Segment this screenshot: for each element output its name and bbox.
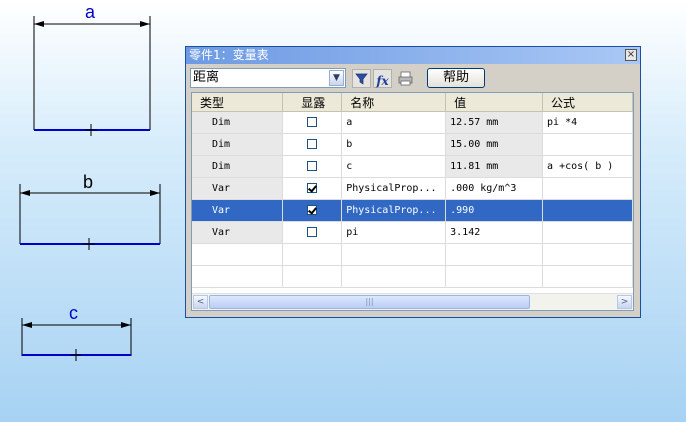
dimension-a-label: a [85, 2, 96, 22]
cell-type: Dim [192, 133, 284, 156]
cell-value[interactable]: 15.00 mm [445, 133, 544, 156]
cell-value[interactable]: .000 kg/m^3 [445, 177, 544, 200]
cell-value[interactable]: 12.57 mm [445, 111, 544, 134]
empty-row [192, 243, 633, 266]
dimension-c[interactable]: c [18, 302, 138, 367]
cell-exposed[interactable] [282, 177, 343, 200]
dialog-title: 零件1：变量表 [189, 48, 269, 62]
empty-cell [341, 265, 447, 288]
table-row[interactable]: Var PhysicalProp... .990 [192, 199, 633, 222]
function-fx-icon: fx [376, 74, 389, 88]
empty-cell [282, 243, 343, 266]
table-row[interactable]: Var PhysicalProp... .000 kg/m^3 [192, 177, 633, 200]
cell-value[interactable]: .990 [445, 199, 544, 222]
cell-exposed[interactable] [282, 221, 343, 244]
cell-value[interactable]: 11.81 mm [445, 155, 544, 178]
exposed-checkbox[interactable] [307, 183, 318, 193]
table-row[interactable]: Dim c 11.81 mm a +cos( b ) [192, 155, 633, 178]
cell-formula[interactable] [542, 177, 633, 200]
variable-table-dialog: 零件1：变量表 × 距离 ▼ fx 帮助 类型 显露 名称 值 公式 Dim a… [185, 46, 641, 318]
dialog-titlebar[interactable]: 零件1：变量表 × [186, 47, 640, 64]
cell-formula[interactable]: a +cos( b ) [542, 155, 633, 178]
empty-cell [445, 265, 544, 288]
dimension-c-label: c [69, 303, 78, 323]
empty-cell [192, 265, 284, 288]
function-button[interactable]: fx [373, 69, 392, 88]
empty-row [192, 265, 633, 288]
cell-type: Var [192, 221, 284, 244]
cell-formula[interactable] [542, 199, 633, 222]
empty-cell [542, 243, 633, 266]
scroll-right-icon[interactable]: > [617, 295, 632, 309]
dimension-a[interactable]: a [30, 2, 155, 138]
dimension-c-graphic [21, 318, 132, 361]
dimension-b[interactable]: b [16, 172, 166, 257]
column-header-name[interactable]: 名称 [341, 93, 447, 112]
cell-type: Var [192, 199, 284, 222]
close-icon: × [626, 49, 636, 60]
filter-dropdown[interactable]: 距离 ▼ [190, 68, 346, 88]
cell-formula[interactable] [542, 221, 633, 244]
chevron-down-icon[interactable]: ▼ [329, 70, 344, 86]
cell-exposed[interactable] [282, 199, 343, 222]
variable-table: 类型 显露 名称 值 公式 Dim a 12.57 mm pi *4 Dim b 15.00… [192, 93, 633, 288]
scrollbar-thumb[interactable]: ||| [209, 295, 530, 309]
empty-cell [445, 243, 544, 266]
empty-cell [282, 265, 343, 288]
column-header-value[interactable]: 值 [445, 93, 544, 112]
scroll-left-icon[interactable]: < [193, 295, 208, 309]
filter-button[interactable] [352, 69, 371, 88]
scrollbar-grip-icon: ||| [365, 297, 374, 306]
cell-exposed[interactable] [282, 111, 343, 134]
print-button[interactable] [396, 69, 415, 88]
close-button[interactable]: × [625, 49, 637, 61]
cell-formula[interactable] [542, 133, 633, 156]
column-header-type[interactable]: 类型 [192, 93, 284, 112]
cell-value[interactable]: 3.142 [445, 221, 544, 244]
cell-name[interactable]: PhysicalProp... [341, 177, 447, 200]
exposed-checkbox[interactable] [307, 117, 318, 127]
cell-formula[interactable]: pi *4 [542, 111, 633, 134]
column-header-formula[interactable]: 公式 [542, 93, 633, 112]
funnel-icon [355, 73, 368, 85]
variable-grid: 类型 显露 名称 值 公式 Dim a 12.57 mm pi *4 Dim b 15.00… [191, 92, 634, 311]
dimension-a-graphic [33, 16, 151, 136]
table-row[interactable]: Dim a 12.57 mm pi *4 [192, 111, 633, 134]
cell-type: Dim [192, 111, 284, 134]
cell-exposed[interactable] [282, 155, 343, 178]
exposed-checkbox[interactable] [307, 205, 318, 215]
table-header-row: 类型 显露 名称 值 公式 [192, 93, 633, 112]
help-button[interactable]: 帮助 [427, 68, 485, 88]
help-button-label: 帮助 [442, 70, 469, 85]
column-header-exposed[interactable]: 显露 [282, 93, 343, 112]
cell-name[interactable]: a [341, 111, 447, 134]
table-row[interactable]: Var pi 3.142 [192, 221, 633, 244]
empty-cell [192, 243, 284, 266]
table-row[interactable]: Dim b 15.00 mm [192, 133, 633, 156]
empty-cell [341, 243, 447, 266]
cell-type: Dim [192, 155, 284, 178]
filter-dropdown-value: 距离 [193, 70, 220, 85]
dialog-toolbar: 距离 ▼ fx 帮助 [190, 68, 636, 90]
cell-name[interactable]: PhysicalProp... [341, 199, 447, 222]
cell-name[interactable]: c [341, 155, 447, 178]
cell-exposed[interactable] [282, 133, 343, 156]
cell-name[interactable]: pi [341, 221, 447, 244]
empty-cell [542, 265, 633, 288]
exposed-checkbox[interactable] [307, 227, 318, 237]
cell-type: Var [192, 177, 284, 200]
exposed-checkbox[interactable] [307, 161, 318, 171]
cell-name[interactable]: b [341, 133, 447, 156]
exposed-checkbox[interactable] [307, 139, 318, 149]
dimension-b-label: b [83, 172, 94, 192]
printer-icon [398, 71, 413, 86]
horizontal-scrollbar[interactable]: < ||| > [192, 293, 633, 310]
